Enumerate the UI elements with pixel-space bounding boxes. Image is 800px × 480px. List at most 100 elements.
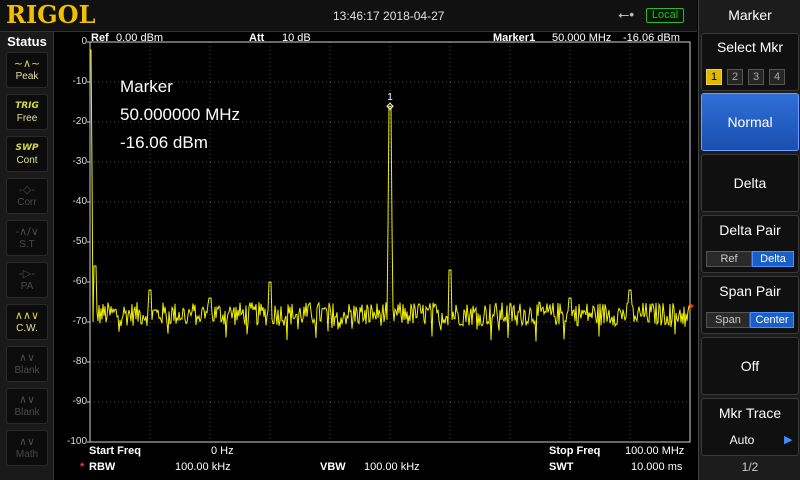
status-item-label: Blank [14, 407, 40, 418]
marker-2-option[interactable]: 2 [727, 69, 743, 85]
vbw-label: VBW [320, 461, 346, 473]
y-tick-label: -40 [72, 196, 87, 207]
marker-number-selector: 1234 [706, 67, 790, 85]
status-item-math: ∧∨ Math [6, 430, 48, 466]
status-item-cont: SWP Cont [6, 136, 48, 172]
span-pair-span-option[interactable]: Span [706, 312, 750, 328]
menu-title: Marker [728, 7, 772, 23]
marker-readout-title: Marker [120, 77, 173, 96]
att-value: 10 dB [282, 32, 311, 44]
y-tick-label: -70 [72, 316, 87, 327]
delta-pair-delta-option[interactable]: Delta [752, 251, 794, 267]
y-tick-label: -30 [72, 156, 87, 167]
span-pair-label: Span Pair [719, 283, 781, 299]
status-blank-icon: ∧∨ [18, 393, 36, 406]
status-item-label: Blank [14, 365, 40, 376]
y-tick-label: -60 [72, 276, 87, 287]
rbw-value: 100.00 kHz [175, 461, 231, 473]
start-freq-label: Start Freq [89, 445, 141, 457]
usb-icon: ⭠• [618, 6, 635, 22]
status-panel: Status ~∧~ Peak TRIG Free SWP Cont -◇- Corr -∧/∨… [0, 32, 54, 480]
off-button[interactable]: Off [701, 337, 799, 395]
y-tick-label: -50 [72, 236, 87, 247]
rigol-logo: RIGOL [6, 0, 96, 29]
status-free-icon: TRIG [15, 101, 39, 111]
y-tick-label: -20 [72, 116, 87, 127]
marker-1-option[interactable]: 1 [706, 69, 722, 85]
normal-label: Normal [727, 114, 773, 130]
marker1-label: Marker1 [493, 32, 536, 44]
marker-readout: Marker 50.000000 MHz -16.06 dBm [120, 73, 240, 157]
swt-label: SWT [549, 461, 574, 473]
select-marker-label: Select Mkr [716, 39, 784, 55]
status-cont-icon: SWP [15, 143, 39, 153]
top-bar: RIGOL 13:46:17 2018-04-27 ⭠• Local [0, 0, 697, 32]
delta-pair-button[interactable]: Delta Pair Ref Delta [701, 215, 799, 273]
marker-4-option[interactable]: 4 [769, 69, 785, 85]
rbw-label: RBW [89, 461, 116, 473]
y-tick-label: -90 [72, 396, 87, 407]
mkr-trace-value: Auto [729, 433, 755, 447]
delta-button[interactable]: Delta [701, 154, 799, 212]
status-item-label: Cont [16, 155, 38, 166]
y-tick-label: -10 [72, 76, 87, 87]
select-marker-button[interactable]: Select Mkr 1234 [701, 33, 799, 91]
status-item-label: Math [15, 449, 39, 460]
status-item-s-t: -∧/∨ S.T [6, 220, 48, 256]
trace-end-indicator [690, 303, 694, 309]
status-corr-icon: -◇- [18, 183, 36, 196]
status-item-corr: -◇- Corr [6, 178, 48, 214]
normal-button[interactable]: Normal [701, 93, 799, 151]
status-pa-icon: -▷- [18, 267, 36, 280]
status-item-label: PA [20, 281, 34, 292]
status-math-icon: ∧∨ [18, 435, 36, 448]
mkr-trace-label: Mkr Trace [718, 405, 782, 421]
status-blank-icon: ∧∨ [18, 351, 36, 364]
y-tick-label: -80 [72, 356, 87, 367]
marker-3-option[interactable]: 3 [748, 69, 764, 85]
triangle-right-icon: ▶ [784, 434, 793, 446]
off-label: Off [740, 358, 760, 374]
local-button[interactable]: Local [646, 8, 684, 23]
mkr-trace-button[interactable]: Mkr Trace Auto ▶ [701, 398, 799, 456]
status-s-t-icon: -∧/∨ [15, 225, 39, 238]
datetime: 13:46:17 2018-04-27 [333, 9, 445, 23]
menu-page-indicator: 1/2 [741, 460, 759, 474]
span-pair-button[interactable]: Span Pair Span Center [701, 276, 799, 334]
stop-freq-label: Stop Freq [549, 445, 601, 457]
delta-pair-ref-option[interactable]: Ref [706, 251, 752, 267]
status-item-label: Corr [17, 197, 37, 208]
status-item-label: S.T [19, 239, 35, 250]
att-label: Att [249, 32, 265, 44]
marker-id-label: 1 [387, 92, 393, 103]
status-item-label: C.W. [16, 323, 38, 334]
rbw-flag: * [80, 461, 85, 473]
status-peak-icon: ~∧~ [13, 57, 41, 70]
y-tick-label: -100 [66, 436, 87, 447]
span-pair-center-option[interactable]: Center [750, 312, 794, 328]
ref-label: Ref [91, 32, 109, 44]
status-item-blank: ∧∨ Blank [6, 346, 48, 382]
status-item-label: Free [16, 113, 38, 124]
softkey-menu: Marker Select Mkr 1234 Normal Delta Delt… [698, 0, 800, 480]
marker-readout-freq: 50.000000 MHz [120, 105, 241, 124]
status-item-label: Peak [15, 71, 39, 82]
swt-value: 10.000 ms [631, 461, 683, 473]
stop-freq-value: 100.00 MHz [625, 445, 685, 457]
status-item-blank: ∧∨ Blank [6, 388, 48, 424]
vbw-value: 100.00 kHz [364, 461, 420, 473]
ref-value: 0.00 dBm [116, 32, 164, 44]
status-item-free: TRIG Free [6, 94, 48, 130]
status-item-pa: -▷- PA [6, 262, 48, 298]
status-item-c-w: ∧∧∨ C.W. [6, 304, 48, 340]
marker1-freq: 50.000 MHz [552, 32, 612, 44]
status-title: Status [7, 34, 47, 49]
start-freq-value: 0 Hz [211, 445, 234, 457]
delta-pair-label: Delta Pair [719, 222, 781, 238]
delta-label: Delta [733, 175, 767, 191]
status-item-peak: ~∧~ Peak [6, 52, 48, 88]
y-tick-label: 0 [81, 36, 87, 47]
marker1-level: -16.06 dBm [623, 32, 680, 44]
status-c-w-icon: ∧∧∨ [14, 309, 40, 322]
marker-readout-level: -16.06 dBm [120, 133, 208, 152]
